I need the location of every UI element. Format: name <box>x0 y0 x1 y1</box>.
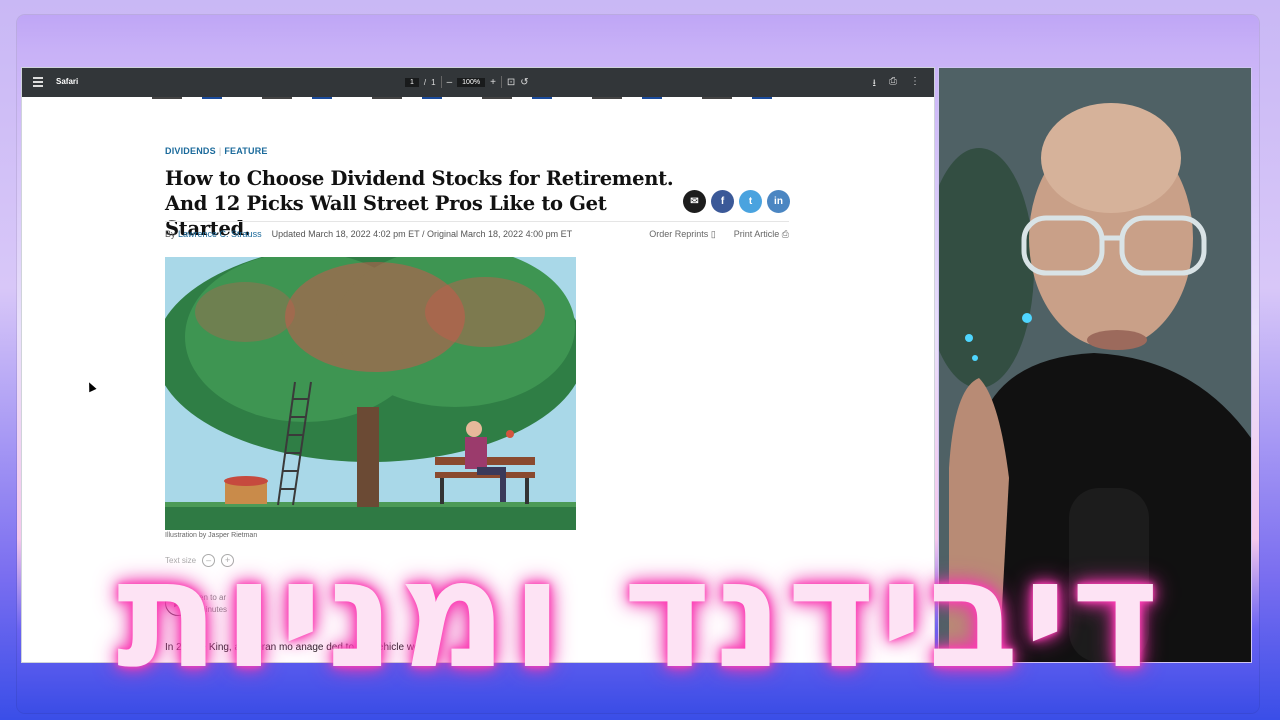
page-separator: / <box>423 77 427 87</box>
article-illustration <box>165 257 576 530</box>
fit-page-icon[interactable]: ⊡ <box>507 77 515 88</box>
hebrew-title-overlay: דיבידנד ומניות <box>116 528 1164 702</box>
tag-feature[interactable]: FEATURE <box>224 146 267 156</box>
linkedin-share-icon[interactable]: in <box>767 190 790 213</box>
byline: By Lawrence C. Strauss Updated March 18,… <box>165 229 789 239</box>
book-icon: ▯ <box>710 229 716 239</box>
zoom-in-button[interactable]: + <box>490 77 496 88</box>
document-title: Safari <box>56 77 79 86</box>
email-share-icon[interactable]: ✉ <box>683 190 706 213</box>
more-options-icon[interactable]: ⋮ <box>910 76 920 93</box>
publish-dates: Updated March 18, 2022 4:02 pm ET / Orig… <box>271 229 573 239</box>
print-icon[interactable]: ⎙ <box>889 76 897 93</box>
article-actions: Order Reprints ▯ Print Article ⎙ <box>649 229 789 240</box>
print-article-button[interactable]: Print Article ⎙ <box>734 229 789 240</box>
share-buttons: ✉ f t in <box>683 190 790 213</box>
zoom-out-button[interactable]: – <box>447 77 453 88</box>
by-prefix: By <box>165 229 176 239</box>
toolbar-divider <box>500 76 502 88</box>
toolbar-right-actions: ⭳ ⎙ ⋮ <box>873 76 921 93</box>
toolbar-divider <box>440 76 442 88</box>
download-icon[interactable]: ⭳ <box>873 76 877 93</box>
page-number-input[interactable]: 1 <box>405 77 419 87</box>
tag-dividends[interactable]: DIVIDENDS <box>165 146 216 156</box>
article-header: DIVIDENDS | FEATURE How to Choose Dividend… <box>165 146 795 241</box>
page-total: 1 <box>431 77 436 87</box>
page-controls: 1 / 1 – 100% + ⊡ ↺ <box>405 76 529 88</box>
headline-line-1: How to Choose Dividend Stocks for Retire… <box>165 167 674 190</box>
rotate-icon[interactable]: ↺ <box>520 77 528 88</box>
facebook-share-icon[interactable]: f <box>711 190 734 213</box>
printer-icon: ⎙ <box>781 229 789 239</box>
page-header-strip <box>152 97 802 99</box>
menu-icon[interactable] <box>33 77 43 87</box>
author-link[interactable]: Lawrence C. Strauss <box>178 229 262 239</box>
zoom-level-input[interactable]: 100% <box>457 77 486 87</box>
divider <box>165 221 789 222</box>
print-article-label: Print Article <box>733 229 780 239</box>
pdf-toolbar: Safari 1 / 1 – 100% + ⊡ ↺ ⭳ ⎙ ⋮ <box>22 68 934 97</box>
tag-separator: | <box>218 146 222 156</box>
order-reprints-label: Order Reprints <box>649 229 709 239</box>
twitter-share-icon[interactable]: t <box>739 190 762 213</box>
article-tags: DIVIDENDS | FEATURE <box>165 146 795 156</box>
order-reprints-button[interactable]: Order Reprints ▯ <box>649 229 716 240</box>
